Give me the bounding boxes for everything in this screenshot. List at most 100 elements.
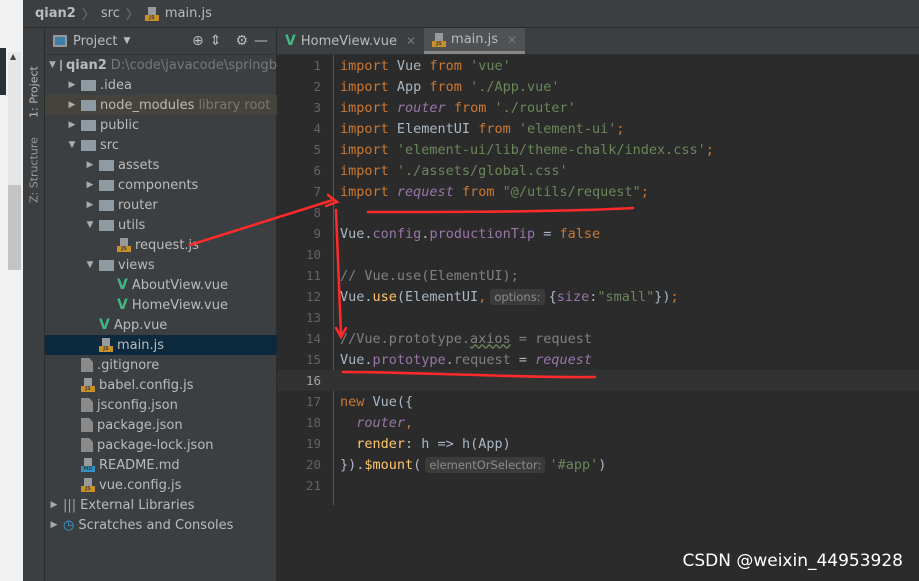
code-line[interactable]: 5 import 'element-ui/lib/theme-chalk/inde…: [277, 139, 919, 160]
code-token: './router': [494, 99, 576, 116]
tree-item[interactable]: V HomeView.vue: [45, 295, 277, 315]
breadcrumb-project[interactable]: qian2: [35, 6, 76, 21]
code-line[interactable]: 16: [277, 370, 919, 391]
code-line[interactable]: 13: [277, 307, 919, 328]
code-line[interactable]: 4 import ElementUI from 'element-ui';: [277, 118, 919, 139]
tree-item[interactable]: ▼ views: [45, 255, 277, 275]
libraries-icon: |||: [63, 497, 77, 513]
tool-window-structure[interactable]: Z: Structure: [26, 123, 42, 203]
collapsed-arrow-icon[interactable]: ▶: [49, 520, 59, 530]
code-line[interactable]: 19 render: h => h(App): [277, 433, 919, 454]
gear-icon[interactable]: ⚙: [235, 33, 248, 49]
code-text: router,: [340, 415, 413, 431]
tree-item-label: views: [118, 257, 155, 273]
collapsed-arrow-icon[interactable]: ▶: [85, 180, 95, 190]
parameter-hint: elementOrSelector:: [425, 456, 546, 473]
line-number: 9: [313, 226, 321, 241]
code-line[interactable]: 21: [277, 475, 919, 496]
ide-window: qian2 〉 src 〉 JS main.js 1: Project Z: S…: [23, 0, 919, 581]
tree-item[interactable]: ▼ utils: [45, 215, 277, 235]
code-line[interactable]: 11 // Vue.use(ElementUI);: [277, 265, 919, 286]
tree-item[interactable]: ▶ node_modules library root: [45, 95, 277, 115]
tree-item[interactable]: JS babel.config.js: [45, 375, 277, 395]
code-token: ,: [405, 414, 414, 431]
code-line[interactable]: 20}).$mount(elementOrSelector: '#app'): [277, 454, 919, 475]
code-line[interactable]: 2 import App from './App.vue': [277, 76, 919, 97]
code-token: prototype: [372, 351, 446, 368]
tree-item[interactable]: ▶ .idea: [45, 75, 277, 95]
code-line[interactable]: 7 import request from "@/utils/request";: [277, 181, 919, 202]
code-area[interactable]: 1 import Vue from 'vue' 2 import App from '…: [277, 55, 919, 496]
tree-item[interactable]: jsconfig.json: [45, 395, 277, 415]
tree-item[interactable]: package-lock.json: [45, 435, 277, 455]
code-line[interactable]: 18 router,: [277, 412, 919, 433]
expanded-arrow-icon[interactable]: ▼: [49, 60, 56, 70]
js-file-icon: JS: [144, 6, 159, 21]
folder-icon: [99, 179, 114, 191]
tree-item[interactable]: ▶ ||| External Libraries: [45, 495, 277, 515]
collapsed-arrow-icon[interactable]: ▶: [49, 500, 59, 510]
tree-item[interactable]: JS main.js: [45, 335, 277, 355]
js-file-icon: JS: [81, 378, 95, 392]
expanded-arrow-icon[interactable]: ▼: [85, 220, 95, 230]
tree-item-label: External Libraries: [80, 497, 195, 513]
folder-icon: [81, 139, 96, 151]
tree-item[interactable]: JS vue.config.js: [45, 475, 277, 495]
locate-icon[interactable]: ⊕: [192, 33, 204, 49]
code-line[interactable]: 10: [277, 244, 919, 265]
collapsed-arrow-icon[interactable]: ▶: [85, 160, 95, 170]
tree-item[interactable]: ▼ qian2 D:\code\javacode\springb: [45, 55, 277, 75]
collapsed-arrow-icon[interactable]: ▶: [67, 120, 77, 130]
tree-item[interactable]: ▶ public: [45, 115, 277, 135]
breadcrumb-src[interactable]: src: [101, 6, 120, 21]
close-icon[interactable]: ✕: [507, 33, 517, 47]
code-line[interactable]: 3 import router from './router': [277, 97, 919, 118]
code-token: from: [429, 78, 471, 95]
expanded-arrow-icon[interactable]: ▼: [85, 260, 95, 270]
tree-item[interactable]: ▶ components: [45, 175, 277, 195]
editor-tab[interactable]: V HomeView.vue ✕: [277, 28, 424, 54]
code-line[interactable]: 15 Vue.prototype.request = request: [277, 349, 919, 370]
tree-item[interactable]: package.json: [45, 415, 277, 435]
code-token: import: [340, 162, 397, 179]
tree-item-label: App.vue: [113, 317, 168, 333]
tree-item[interactable]: .gitignore: [45, 355, 277, 375]
code-line[interactable]: 17 new Vue({: [277, 391, 919, 412]
tree-item-label: main.js: [117, 337, 164, 353]
tree-item-label: assets: [118, 157, 160, 173]
tree-item[interactable]: ▶ ◷ Scratches and Consoles: [45, 515, 277, 535]
code-line[interactable]: 9 Vue.config.productionTip = false: [277, 223, 919, 244]
breadcrumb-file[interactable]: main.js: [165, 6, 212, 21]
code-line[interactable]: 12 Vue.use(ElementUI, options: {size:"small…: [277, 286, 919, 307]
tree-item[interactable]: ▶ assets: [45, 155, 277, 175]
code-line[interactable]: 14 //Vue.prototype.axios = request: [277, 328, 919, 349]
project-view-selector[interactable]: Project: [73, 34, 117, 49]
code-line[interactable]: 8: [277, 202, 919, 223]
collapsed-arrow-icon[interactable]: ▶: [67, 80, 77, 90]
minimize-icon[interactable]: —: [254, 33, 268, 49]
code-line[interactable]: 6 import './assets/global.css': [277, 160, 919, 181]
tree-item[interactable]: ▼ src: [45, 135, 277, 155]
close-icon[interactable]: ✕: [406, 34, 416, 48]
code-token: =: [535, 225, 560, 242]
chevron-down-icon[interactable]: ▼: [123, 36, 130, 46]
code-token: Vue({: [372, 393, 414, 410]
code-token: request: [535, 351, 593, 368]
code-line[interactable]: 1 import Vue from 'vue': [277, 55, 919, 76]
collapsed-arrow-icon[interactable]: ▶: [67, 100, 77, 110]
collapsed-arrow-icon[interactable]: ▶: [85, 200, 95, 210]
line-number: 3: [313, 100, 321, 115]
tool-window-project[interactable]: 1: Project: [26, 38, 42, 118]
tree-item[interactable]: ▶ router: [45, 195, 277, 215]
tree-item[interactable]: MD README.md: [45, 455, 277, 475]
expanded-arrow-icon[interactable]: ▼: [67, 140, 77, 150]
tree-item[interactable]: V AboutView.vue: [45, 275, 277, 295]
editor-tab[interactable]: JS main.js ✕: [424, 28, 526, 54]
tree-item[interactable]: V App.vue: [45, 315, 277, 335]
scroll-up-icon[interactable]: ▲: [10, 52, 16, 61]
tree-item[interactable]: JS request.js: [45, 235, 277, 255]
vue-file-icon: V: [99, 317, 110, 333]
collapse-all-icon[interactable]: ⇕: [210, 33, 222, 49]
background-scrollbar-thumb[interactable]: [8, 185, 21, 270]
chevron-right-icon: 〉: [125, 8, 139, 23]
